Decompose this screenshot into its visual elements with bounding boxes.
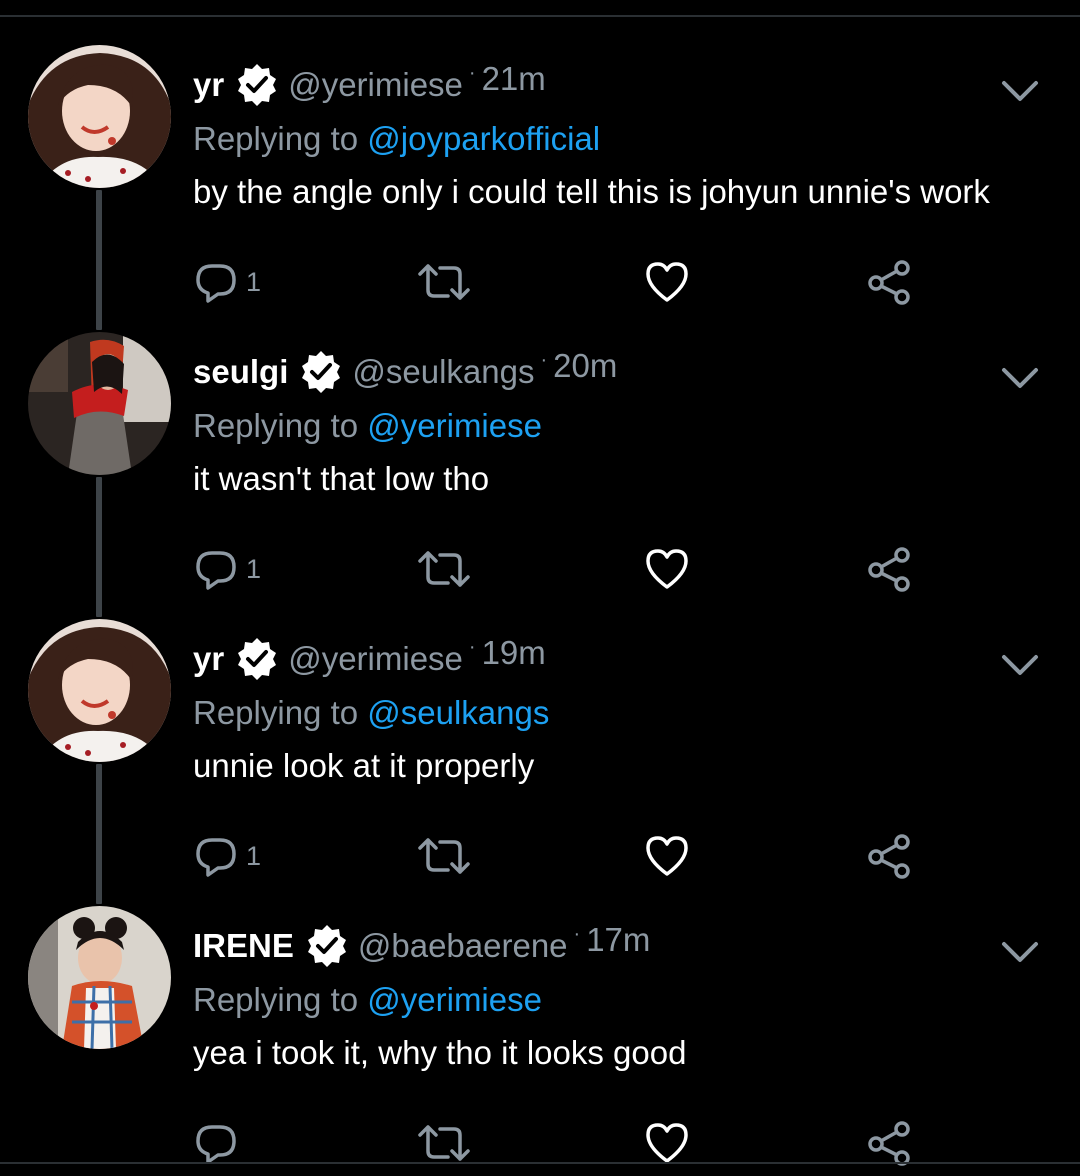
mention-link[interactable]: @seulkangs bbox=[367, 694, 549, 731]
handle[interactable]: @seulkangs bbox=[352, 353, 534, 391]
tweet-text: by the angle only i could tell this is j… bbox=[193, 173, 990, 210]
display-name[interactable]: seulgi bbox=[193, 353, 288, 391]
replying-to-label: Replying to bbox=[193, 120, 368, 157]
share-button[interactable] bbox=[866, 544, 912, 594]
retweet-button[interactable] bbox=[416, 1118, 472, 1168]
avatar[interactable] bbox=[28, 619, 171, 762]
tweet[interactable]: seulgi @seulkangs · 20m Replying to @yer… bbox=[0, 302, 1080, 592]
reply-icon bbox=[196, 838, 236, 877]
reply-icon bbox=[196, 551, 236, 590]
reply-icon bbox=[196, 264, 236, 303]
heart-icon bbox=[646, 1123, 688, 1163]
timestamp[interactable]: 20m bbox=[553, 347, 617, 385]
display-name[interactable]: IRENE bbox=[193, 927, 294, 965]
share-icon bbox=[868, 547, 910, 592]
retweet-icon bbox=[418, 838, 470, 874]
tweet-text: yea i took it, why tho it looks good bbox=[193, 1034, 687, 1071]
mention-link[interactable]: @yerimiese bbox=[367, 981, 542, 1018]
replying-to-label: Replying to bbox=[193, 694, 368, 731]
heart-icon bbox=[646, 262, 688, 302]
timestamp[interactable]: 17m bbox=[586, 921, 650, 959]
tweet-actions: 1 bbox=[0, 544, 1080, 594]
like-button[interactable] bbox=[644, 544, 690, 594]
retweet-button[interactable] bbox=[416, 544, 472, 594]
heart-icon bbox=[646, 836, 688, 876]
avatar[interactable] bbox=[28, 45, 171, 188]
replying-to: Replying to @yerimiese bbox=[193, 407, 542, 445]
share-button[interactable] bbox=[866, 831, 912, 881]
reply-button[interactable]: 1 bbox=[194, 544, 261, 594]
reply-count: 1 bbox=[246, 553, 262, 584]
retweet-button[interactable] bbox=[416, 257, 472, 307]
tweet[interactable]: IRENE @baebaerene · 17m Replying to @yer… bbox=[0, 876, 1080, 1166]
avatar[interactable] bbox=[28, 332, 171, 475]
mention-link[interactable]: @joyparkofficial bbox=[367, 120, 600, 157]
mention-link[interactable]: @yerimiese bbox=[367, 407, 542, 444]
verified-badge-icon bbox=[304, 923, 350, 969]
reply-button[interactable]: 1 bbox=[194, 831, 261, 881]
tweet-actions: 1 bbox=[0, 257, 1080, 307]
share-button[interactable] bbox=[866, 1118, 912, 1168]
verified-badge-icon bbox=[298, 349, 344, 395]
replying-to: Replying to @joyparkofficial bbox=[193, 120, 600, 158]
retweet-icon bbox=[418, 551, 470, 587]
chevron-down-icon[interactable] bbox=[1000, 938, 1040, 968]
like-button[interactable] bbox=[644, 1118, 690, 1168]
tweet-header: seulgi @seulkangs · 20m bbox=[193, 347, 617, 396]
handle[interactable]: @baebaerene bbox=[358, 927, 568, 965]
chevron-down-icon[interactable] bbox=[1000, 77, 1040, 107]
reply-icon bbox=[196, 1125, 236, 1164]
tweet-header: yr @yerimiese · 19m bbox=[193, 634, 546, 683]
reply-count: 1 bbox=[246, 266, 262, 297]
display-name[interactable]: yr bbox=[193, 640, 224, 678]
separator-dot: · bbox=[468, 61, 476, 84]
tweet-text: unnie look at it properly bbox=[193, 747, 535, 784]
retweet-icon bbox=[418, 264, 470, 300]
separator-dot: · bbox=[573, 922, 581, 945]
tweet-header: IRENE @baebaerene · 17m bbox=[193, 921, 650, 970]
tweet[interactable]: yr @yerimiese · 21m Replying to @joypark… bbox=[0, 15, 1080, 305]
replying-to-label: Replying to bbox=[193, 407, 368, 444]
display-name[interactable]: yr bbox=[193, 66, 224, 104]
reply-count: 1 bbox=[246, 840, 262, 871]
replying-to-label: Replying to bbox=[193, 981, 368, 1018]
tweet[interactable]: yr @yerimiese · 19m Replying to @seulkan… bbox=[0, 589, 1080, 879]
tweet-actions: 1 bbox=[0, 831, 1080, 881]
reply-button[interactable]: 1 bbox=[194, 257, 261, 307]
tweet-header: yr @yerimiese · 21m bbox=[193, 60, 546, 109]
timestamp[interactable]: 19m bbox=[482, 634, 546, 672]
retweet-button[interactable] bbox=[416, 831, 472, 881]
chevron-down-icon[interactable] bbox=[1000, 651, 1040, 681]
like-button[interactable] bbox=[644, 257, 690, 307]
replying-to: Replying to @yerimiese bbox=[193, 981, 542, 1019]
heart-icon bbox=[646, 549, 688, 589]
handle[interactable]: @yerimiese bbox=[288, 66, 463, 104]
share-icon bbox=[868, 1121, 910, 1166]
chevron-down-icon[interactable] bbox=[1000, 364, 1040, 394]
bottom-divider bbox=[0, 1162, 1080, 1164]
tweet-text: it wasn't that low tho bbox=[193, 460, 490, 497]
avatar[interactable] bbox=[28, 906, 171, 1049]
replying-to: Replying to @seulkangs bbox=[193, 694, 549, 732]
like-button[interactable] bbox=[644, 831, 690, 881]
separator-dot: · bbox=[540, 348, 548, 371]
verified-badge-icon bbox=[234, 62, 280, 108]
share-icon bbox=[868, 260, 910, 305]
tweet-actions bbox=[0, 1118, 1080, 1168]
share-button[interactable] bbox=[866, 257, 912, 307]
retweet-icon bbox=[418, 1125, 470, 1161]
verified-badge-icon bbox=[234, 636, 280, 682]
reply-button[interactable] bbox=[194, 1118, 238, 1168]
share-icon bbox=[868, 834, 910, 879]
separator-dot: · bbox=[468, 635, 476, 658]
timestamp[interactable]: 21m bbox=[482, 60, 546, 98]
handle[interactable]: @yerimiese bbox=[288, 640, 463, 678]
